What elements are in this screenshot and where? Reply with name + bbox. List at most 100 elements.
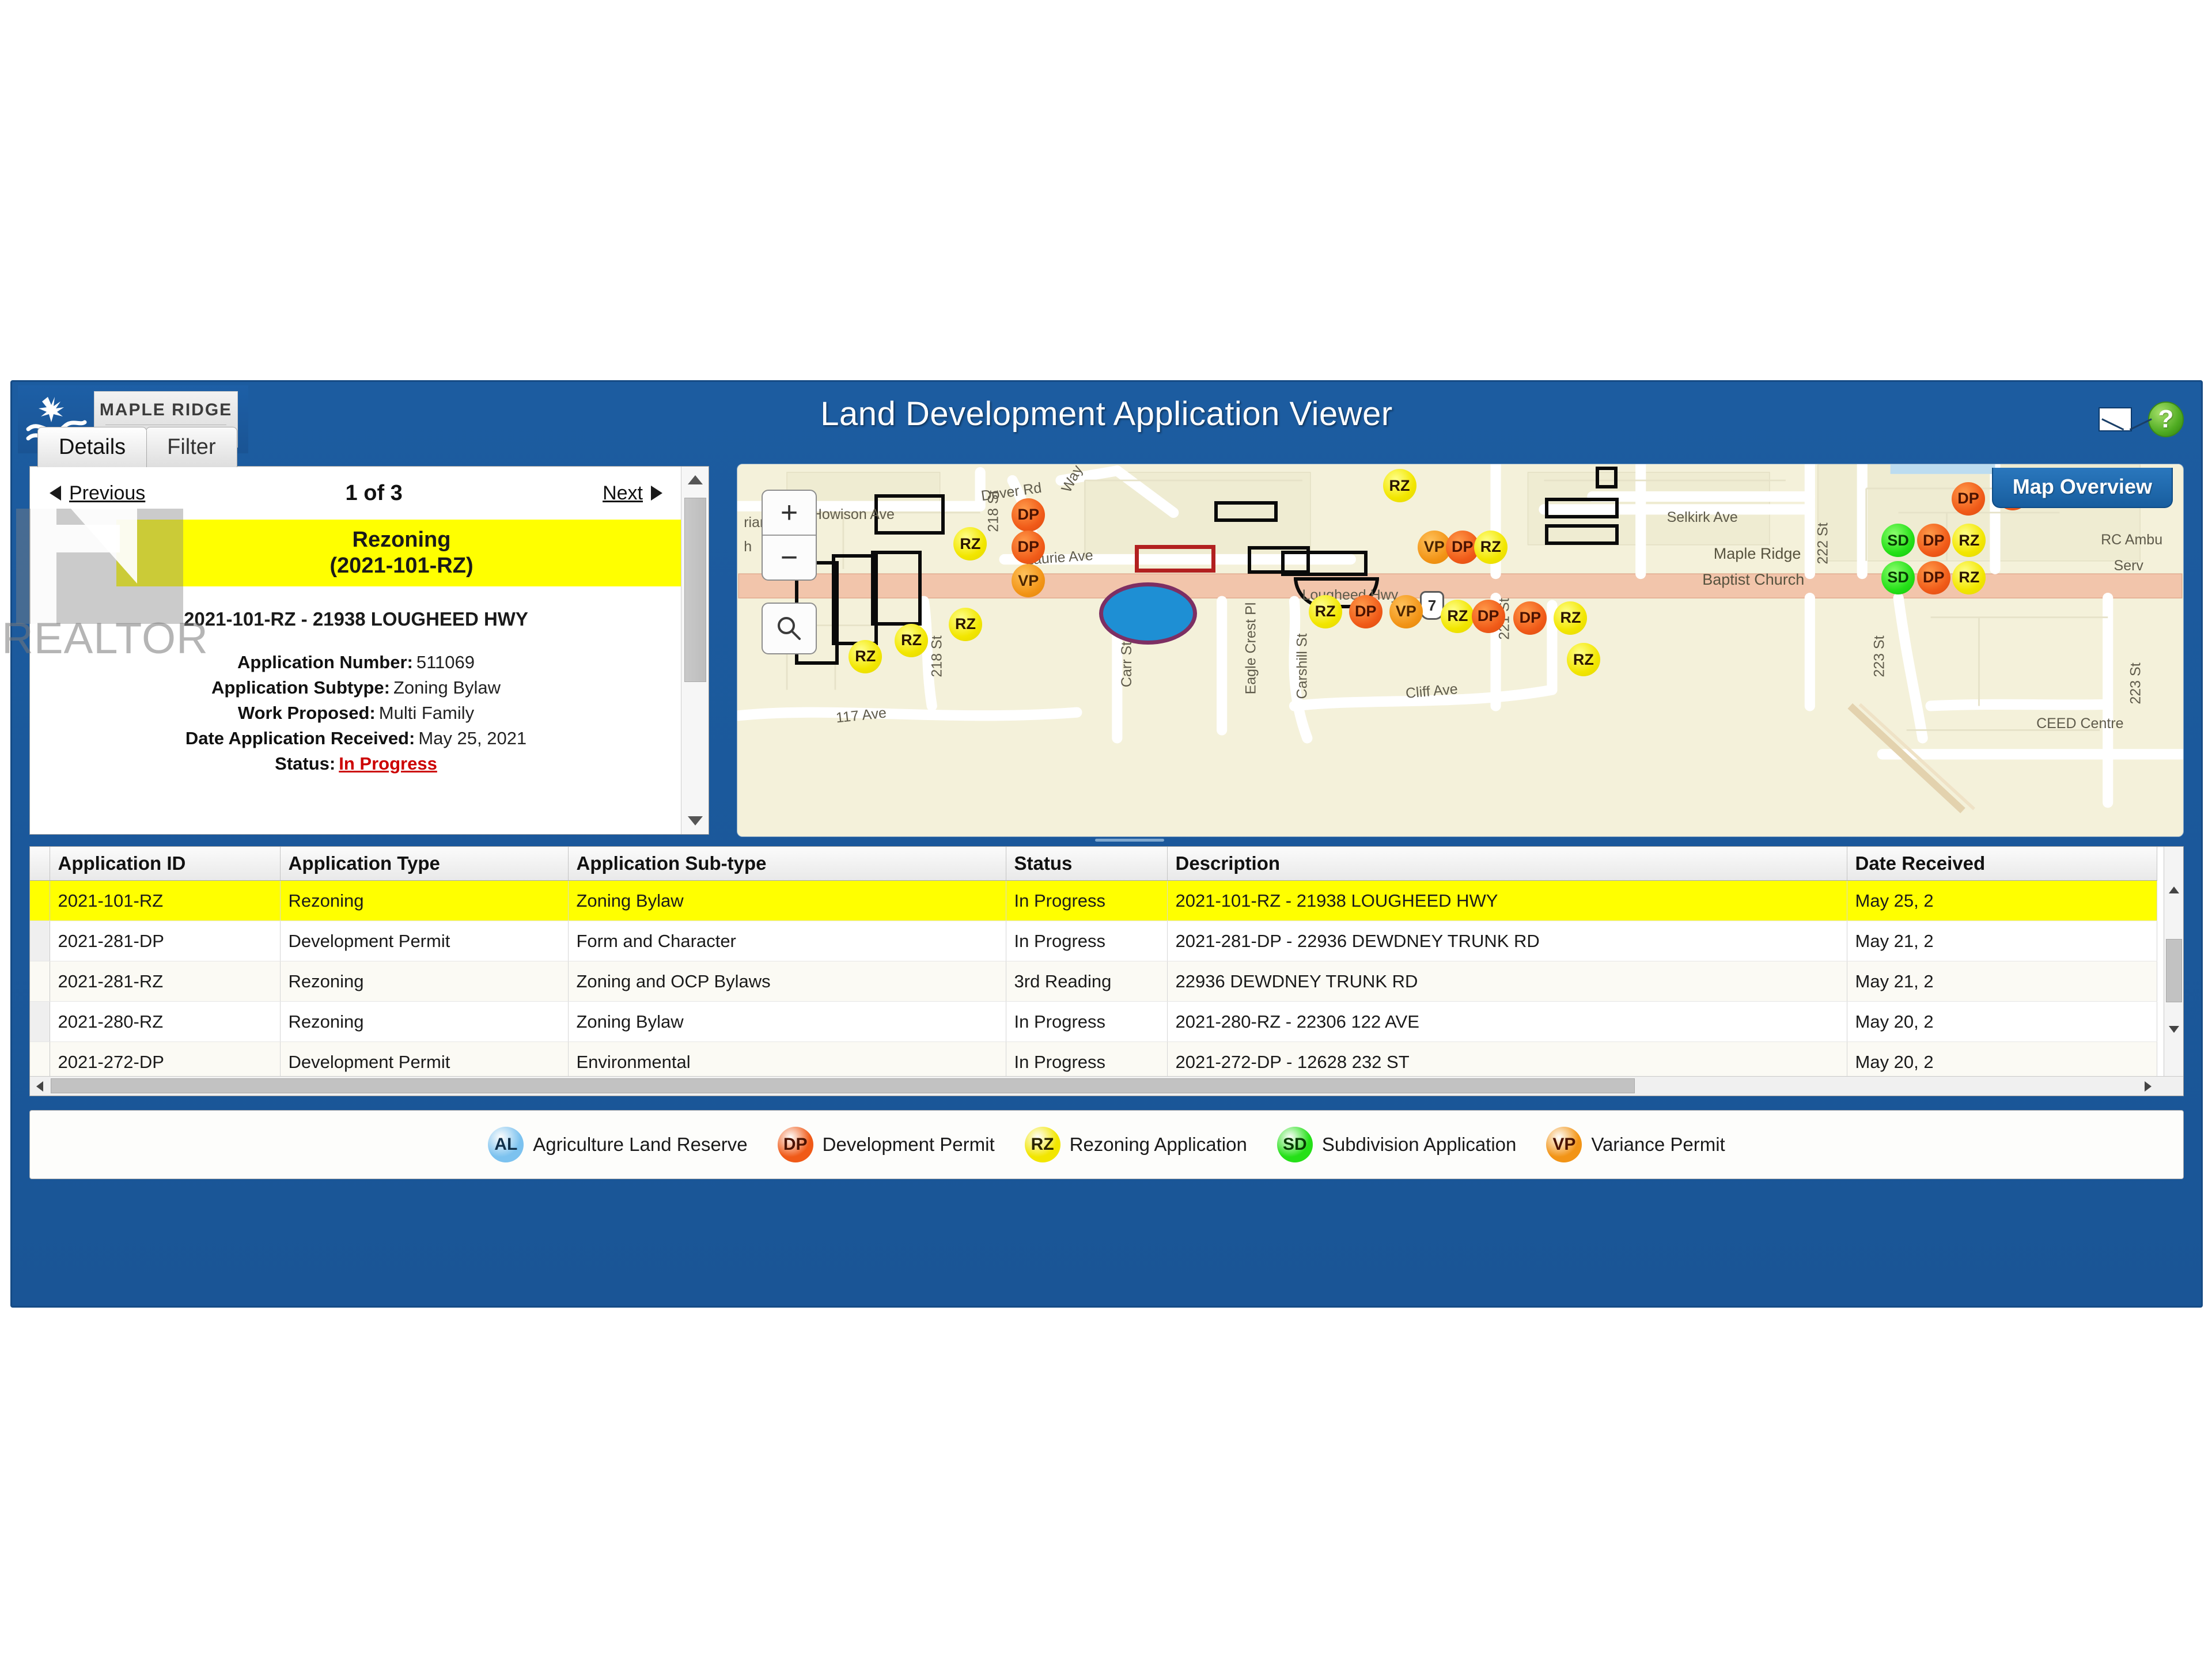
details-scrollbar[interactable] bbox=[681, 467, 709, 834]
map-marker-vp[interactable]: VP bbox=[1389, 594, 1423, 628]
map-marker-dp[interactable]: DP bbox=[1916, 524, 1950, 558]
column-header-date-received[interactable]: Date Received bbox=[1847, 847, 2157, 881]
detail-field: Application Subtype: Zoning Bylaw bbox=[30, 675, 682, 700]
street-label: Selkirk Ave bbox=[1666, 509, 1738, 526]
table-scroll-up-icon[interactable] bbox=[2164, 880, 2183, 900]
cell-status: In Progress bbox=[1006, 880, 1168, 921]
legend-item-dp: DP Development Permit bbox=[777, 1127, 995, 1162]
zoom-out-button[interactable]: − bbox=[763, 536, 816, 579]
map-marker-rz[interactable]: RZ bbox=[895, 623, 929, 657]
street-label: RC Ambu bbox=[2101, 532, 2163, 548]
table-scroll-down-icon[interactable] bbox=[2164, 1020, 2183, 1039]
map-zoom-control[interactable]: + − bbox=[762, 490, 817, 581]
status-badge[interactable]: In Progress bbox=[339, 751, 437, 777]
parcel-outline bbox=[1545, 524, 1619, 545]
legend-label: Variance Permit bbox=[1591, 1134, 1725, 1155]
column-header-application-type[interactable]: Application Type bbox=[280, 847, 569, 881]
detail-field-list: Application Number: 511069 Application S… bbox=[30, 650, 682, 777]
field-label: Work Proposed: bbox=[237, 703, 376, 724]
map-marker-rz[interactable]: RZ bbox=[1382, 469, 1416, 503]
next-button[interactable]: Next bbox=[603, 482, 662, 505]
map-marker-dp[interactable]: DP bbox=[1471, 599, 1505, 633]
details-panel: Previous 1 of 3 Next Rezoning (2021-101-… bbox=[29, 466, 709, 835]
table-row[interactable]: 2021-281-DP Development Permit Form and Ch… bbox=[30, 921, 2157, 961]
row-grip[interactable] bbox=[30, 1001, 50, 1042]
map-marker-dp[interactable]: DP bbox=[1513, 601, 1547, 635]
street-label: 223 St bbox=[1871, 635, 1888, 677]
column-header-description[interactable]: Description bbox=[1167, 847, 1847, 881]
details-scroll-thumb[interactable] bbox=[684, 498, 706, 682]
map-marker-dp[interactable]: DP bbox=[1349, 594, 1382, 628]
legend-label: Agriculture Land Reserve bbox=[533, 1134, 748, 1155]
legend-item-al: AL Agriculture Land Reserve bbox=[488, 1127, 748, 1162]
map-marker-dp[interactable]: DP bbox=[1952, 482, 1985, 516]
row-grip[interactable] bbox=[30, 921, 50, 961]
table-vscroll-thumb[interactable] bbox=[2166, 939, 2182, 1002]
map-marker-rz[interactable]: RZ bbox=[1474, 530, 1508, 564]
map-viewport[interactable]: 7 Howison Ave Dover Rd Way 218 St Laurie Ave… bbox=[737, 464, 2184, 837]
map-marker-rz[interactable]: RZ bbox=[1441, 599, 1475, 633]
city-name: MAPLE RIDGE bbox=[99, 400, 233, 419]
help-icon[interactable]: ? bbox=[2148, 402, 2184, 437]
tab-filter[interactable]: Filter bbox=[146, 427, 237, 467]
table-scroll-right-icon[interactable] bbox=[2138, 1077, 2158, 1096]
table-hscroll-thumb[interactable] bbox=[51, 1078, 1635, 1093]
zoom-in-button[interactable]: + bbox=[763, 491, 816, 536]
tab-details[interactable]: Details bbox=[37, 427, 147, 467]
map-marker-rz[interactable]: RZ bbox=[1952, 560, 1986, 594]
cell-status: In Progress bbox=[1006, 921, 1168, 961]
row-grip[interactable] bbox=[30, 961, 50, 1002]
map-marker-rz[interactable]: RZ bbox=[1554, 601, 1588, 635]
street-label: h bbox=[744, 538, 752, 555]
map-marker-rz[interactable]: RZ bbox=[1566, 643, 1600, 677]
page-title: Land Development Application Viewer bbox=[820, 395, 1393, 433]
map-marker-rz[interactable]: RZ bbox=[948, 607, 982, 641]
scroll-down-icon[interactable] bbox=[681, 808, 709, 834]
column-header-application-subtype[interactable]: Application Sub-type bbox=[568, 847, 1006, 881]
table-horizontal-scrollbar[interactable] bbox=[30, 1076, 2183, 1096]
street-label: Eagle Crest Pl bbox=[1243, 602, 1259, 695]
map-search-button[interactable] bbox=[762, 603, 817, 654]
map-marker-sd[interactable]: SD bbox=[1881, 560, 1915, 594]
table-vertical-scrollbar[interactable] bbox=[2164, 847, 2183, 1077]
map-marker-rz[interactable]: RZ bbox=[1308, 594, 1342, 628]
map-marker-rz[interactable]: RZ bbox=[849, 639, 882, 673]
field-label: Status: bbox=[275, 753, 336, 774]
table-scroll-left-icon[interactable] bbox=[30, 1077, 50, 1096]
map-marker-dp[interactable]: DP bbox=[1012, 498, 1046, 532]
next-label: Next bbox=[603, 482, 643, 504]
field-value: 511069 bbox=[416, 652, 475, 672]
selected-parcel-outline[interactable] bbox=[1135, 545, 1215, 573]
panel-tabs: Details Filter bbox=[37, 427, 237, 467]
panel-splitter-grip[interactable] bbox=[1095, 839, 1164, 842]
record-navigation: Previous 1 of 3 Next bbox=[30, 467, 682, 520]
application-window: MAPLE RIDGE British Columbia Land Develo… bbox=[2, 380, 2203, 1308]
cell-application-id: 2021-281-DP bbox=[50, 921, 281, 961]
column-header-application-id[interactable]: Application ID bbox=[50, 847, 281, 881]
header-icon-group: ? bbox=[2099, 402, 2184, 437]
legend-item-vp: VP Variance Permit bbox=[1546, 1127, 1725, 1162]
column-header-status[interactable]: Status bbox=[1006, 847, 1168, 881]
street-label: CEED Centre bbox=[2036, 715, 2124, 732]
cell-application-subtype: Zoning Bylaw bbox=[568, 880, 1006, 921]
cell-status: In Progress bbox=[1006, 1001, 1168, 1042]
map-marker-dp[interactable]: DP bbox=[1012, 530, 1046, 564]
table-row[interactable]: 2021-280-RZ Rezoning Zoning Bylaw In Progre… bbox=[30, 1001, 2157, 1042]
legend-label: Development Permit bbox=[822, 1134, 995, 1155]
map-marker-dp[interactable]: DP bbox=[1916, 560, 1950, 594]
table-row[interactable]: 2021-281-RZ Rezoning Zoning and OCP Bylaws… bbox=[30, 961, 2157, 1002]
previous-button[interactable]: Previous bbox=[50, 482, 145, 505]
table-header-row: Application ID Application Type Applicat… bbox=[30, 847, 2157, 881]
selected-location-highlight[interactable] bbox=[1099, 582, 1197, 645]
detail-subtitle: 2021-101-RZ - 21938 LOUGHEED HWY bbox=[184, 608, 528, 630]
row-grip[interactable] bbox=[30, 880, 50, 921]
cell-date-received: May 25, 2 bbox=[1847, 880, 2157, 921]
map-overview-button[interactable]: Map Overview bbox=[1991, 468, 2173, 508]
cell-application-type: Rezoning bbox=[280, 880, 569, 921]
detail-field: Status: In Progress bbox=[30, 751, 682, 777]
legend-badge-al-icon: AL bbox=[488, 1127, 524, 1162]
mail-icon[interactable] bbox=[2099, 407, 2132, 431]
scroll-up-icon[interactable] bbox=[681, 467, 709, 493]
street-label: Maple Ridge bbox=[1713, 544, 1801, 562]
table-row[interactable]: 2021-101-RZ Rezoning Zoning Bylaw In Progre… bbox=[30, 880, 2157, 921]
